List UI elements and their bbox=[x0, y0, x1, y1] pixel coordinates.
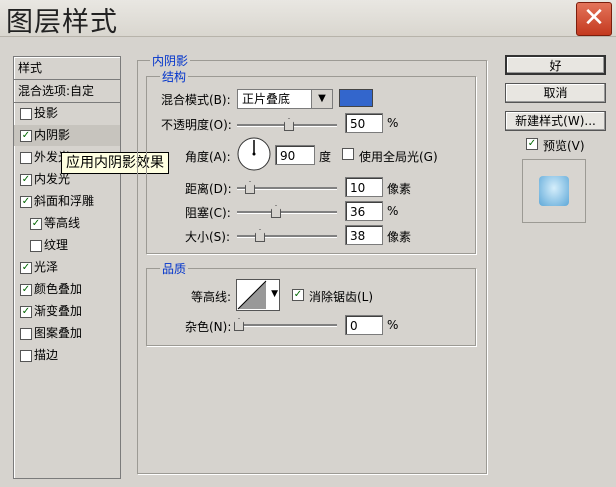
choke-label: 阻塞(C): bbox=[185, 206, 231, 220]
style-item-checkbox[interactable] bbox=[20, 328, 32, 340]
size-slider-track[interactable] bbox=[237, 235, 337, 238]
style-item-checkbox[interactable]: ✓ bbox=[20, 130, 32, 142]
angle-dial[interactable] bbox=[236, 136, 272, 172]
anti-alias-checkbox[interactable]: ✓ bbox=[292, 289, 304, 301]
style-item[interactable]: ✓ 光泽 bbox=[14, 257, 120, 278]
style-item-label: 斜面和浮雕 bbox=[34, 194, 95, 208]
style-item-checkbox[interactable]: ✓ bbox=[20, 284, 32, 296]
contour-label: 等高线: bbox=[191, 290, 232, 304]
style-item[interactable]: 投影 bbox=[14, 103, 120, 124]
style-item[interactable]: 描边 bbox=[14, 345, 120, 366]
style-item-label: 等高线 bbox=[44, 216, 81, 230]
style-item[interactable]: ✓ 斜面和浮雕 bbox=[14, 191, 120, 212]
style-item-checkbox[interactable]: ✓ bbox=[20, 262, 32, 274]
style-item-label: 颜色叠加 bbox=[34, 282, 83, 296]
style-item-label: 内阴影 bbox=[34, 128, 71, 142]
inner-shadow-title: 内阴影 bbox=[150, 52, 191, 69]
new-style-button[interactable]: 新建样式(W)... bbox=[505, 111, 606, 131]
size-input[interactable]: 38 bbox=[345, 225, 383, 245]
size-label: 大小(S): bbox=[185, 230, 231, 244]
close-icon: ✕ bbox=[583, 3, 605, 33]
style-item[interactable]: 纹理 bbox=[14, 235, 120, 256]
style-item-label: 图案叠加 bbox=[34, 326, 83, 340]
style-item-label: 描边 bbox=[34, 348, 59, 362]
style-item-checkbox[interactable]: ✓ bbox=[20, 196, 32, 208]
size-unit: 像素 bbox=[387, 230, 412, 244]
preview-swatch bbox=[539, 176, 569, 206]
noise-input[interactable]: 0 bbox=[345, 315, 383, 335]
styles-list-header[interactable]: 样式 bbox=[14, 57, 120, 80]
window-title: 图层样式 bbox=[6, 7, 118, 38]
opacity-label: 不透明度(O): bbox=[161, 118, 232, 132]
style-item[interactable]: 图案叠加 bbox=[14, 323, 120, 344]
style-item-checkbox[interactable] bbox=[20, 108, 32, 120]
angle-label: 角度(A): bbox=[185, 150, 231, 164]
angle-input[interactable]: 90 bbox=[275, 145, 315, 165]
opacity-unit: % bbox=[387, 116, 399, 130]
contour-curve-icon bbox=[237, 280, 267, 310]
distance-unit: 像素 bbox=[387, 182, 412, 196]
style-item-label: 纹理 bbox=[44, 238, 69, 252]
style-item-label: 投影 bbox=[34, 106, 59, 120]
style-item-label: 光泽 bbox=[34, 260, 59, 274]
style-item[interactable]: ✓ 渐变叠加 bbox=[14, 301, 120, 322]
noise-slider-track[interactable] bbox=[237, 324, 337, 327]
noise-unit: % bbox=[387, 318, 399, 332]
style-item[interactable]: ✓ 内阴影 bbox=[14, 125, 120, 146]
noise-label: 杂色(N): bbox=[185, 320, 232, 334]
angle-unit: 度 bbox=[319, 150, 332, 164]
quality-title: 品质 bbox=[160, 260, 189, 277]
preview-checkbox[interactable]: ✓ bbox=[526, 138, 538, 150]
distance-input[interactable]: 10 bbox=[345, 177, 383, 197]
contour-picker[interactable]: ▼ bbox=[236, 279, 280, 311]
blend-mode-select[interactable]: 正片叠底 ▼ bbox=[237, 89, 333, 109]
choke-slider-track[interactable] bbox=[237, 211, 337, 214]
style-preview bbox=[522, 159, 586, 223]
blend-options-label: 混合选项:自定 bbox=[18, 84, 95, 98]
style-item-checkbox[interactable]: ✓ bbox=[30, 218, 42, 230]
title-bar: 图层样式 ✕ bbox=[0, 0, 616, 38]
style-item[interactable]: ✓ 颜色叠加 bbox=[14, 279, 120, 300]
style-item-checkbox[interactable] bbox=[20, 350, 32, 362]
style-item-checkbox[interactable] bbox=[30, 240, 42, 252]
preview-label: 预览(V) bbox=[543, 139, 585, 153]
global-light-checkbox[interactable] bbox=[342, 148, 354, 160]
choke-input[interactable]: 36 bbox=[345, 201, 383, 221]
contour-dropdown-icon: ▼ bbox=[271, 289, 278, 299]
styles-header-label: 样式 bbox=[18, 61, 43, 75]
choke-unit: % bbox=[387, 204, 399, 218]
style-item[interactable]: ✓ 等高线 bbox=[14, 213, 120, 234]
structure-title: 结构 bbox=[160, 68, 189, 85]
chevron-down-icon: ▼ bbox=[311, 90, 332, 108]
close-button[interactable]: ✕ bbox=[576, 2, 612, 36]
cancel-button[interactable]: 取消 bbox=[505, 83, 606, 103]
opacity-input[interactable]: 50 bbox=[345, 113, 383, 133]
blend-mode-value: 正片叠底 bbox=[242, 92, 291, 106]
ok-button[interactable]: 好 bbox=[505, 55, 606, 75]
blend-options-item[interactable]: 混合选项:自定 bbox=[14, 81, 120, 103]
styles-list: 样式 混合选项:自定 投影 ✓ 内阴影 外发光 ✓ 内发光 ✓ 斜面和浮雕 ✓ 等高线 纹理 ✓ 光泽 ✓… bbox=[13, 56, 121, 479]
shadow-color-swatch[interactable] bbox=[339, 89, 373, 107]
style-item-checkbox[interactable]: ✓ bbox=[20, 174, 32, 186]
style-item-label: 渐变叠加 bbox=[34, 304, 83, 318]
style-item-checkbox[interactable]: ✓ bbox=[20, 306, 32, 318]
style-item-checkbox[interactable] bbox=[20, 152, 32, 164]
anti-alias-label: 消除锯齿(L) bbox=[309, 290, 374, 304]
distance-label: 距离(D): bbox=[185, 182, 232, 196]
global-light-label: 使用全局光(G) bbox=[359, 150, 438, 164]
blend-mode-label: 混合模式(B): bbox=[161, 93, 231, 107]
